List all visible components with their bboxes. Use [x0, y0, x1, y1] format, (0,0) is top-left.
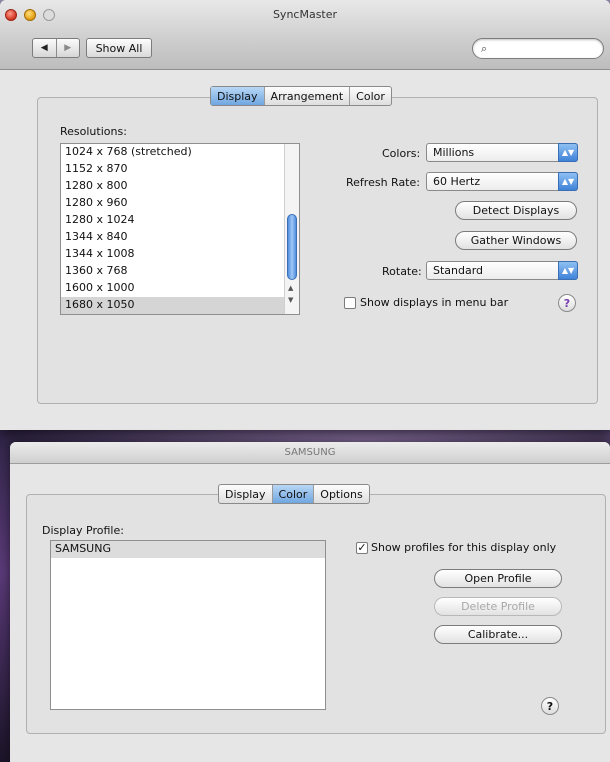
tab-arrangement[interactable]: Arrangement — [263, 87, 350, 105]
resolutions-label: Resolutions: — [60, 125, 127, 138]
help-icon[interactable]: ? — [558, 294, 576, 312]
window-title: SAMSUNG — [284, 447, 336, 458]
list-item[interactable]: 1360 x 768 — [61, 263, 285, 280]
list-item[interactable]: 1600 x 1000 — [61, 280, 285, 297]
search-field[interactable]: ⌕ — [472, 38, 604, 59]
list-item-selected[interactable]: 1680 x 1050 — [61, 297, 285, 314]
help-icon[interactable]: ? — [541, 697, 559, 715]
resolutions-scrollbar[interactable]: ▲ ▼ — [284, 144, 299, 314]
list-item[interactable]: 1280 x 800 — [61, 178, 285, 195]
rotate-select[interactable]: Standard ▲▼ — [426, 261, 578, 280]
popup-arrows-icon: ▲▼ — [558, 261, 578, 280]
show-profiles-checkbox[interactable]: ✓ — [356, 542, 368, 554]
tab-display[interactable]: Display — [211, 87, 264, 105]
refresh-rate-select[interactable]: 60 Hertz ▲▼ — [426, 172, 578, 191]
delete-profile-button[interactable]: Delete Profile — [434, 597, 562, 616]
settings-tabs: Display Color Options — [218, 484, 370, 504]
list-item[interactable]: 1280 x 1024 — [61, 212, 285, 229]
tab-color[interactable]: Color — [271, 485, 314, 503]
samsung-window: SAMSUNG Display Color Options Display Pr… — [10, 442, 610, 762]
rotate-label: Rotate: — [382, 265, 422, 278]
scroll-up-icon[interactable]: ▲ — [288, 284, 293, 292]
list-item[interactable]: 1024 x 768 (stretched) — [61, 144, 285, 161]
colors-value: Millions — [433, 146, 475, 159]
tab-options[interactable]: Options — [313, 485, 368, 503]
list-item[interactable]: 1280 x 960 — [61, 195, 285, 212]
list-item-selected[interactable]: SAMSUNG — [51, 541, 325, 558]
show-profiles-label[interactable]: Show profiles for this display only — [371, 541, 556, 554]
show-displays-in-menubar-checkbox[interactable] — [344, 297, 356, 309]
detect-displays-button[interactable]: Detect Displays — [455, 201, 577, 220]
rotate-value: Standard — [433, 264, 484, 277]
list-item[interactable]: 1344 x 840 — [61, 229, 285, 246]
tab-color[interactable]: Color — [349, 87, 391, 105]
show-displays-in-menubar-label[interactable]: Show displays in menu bar — [360, 296, 508, 309]
colors-label: Colors: — [382, 147, 421, 160]
resolutions-list[interactable]: 1024 x 768 (stretched) 1152 x 870 1280 x… — [60, 143, 300, 315]
tab-display[interactable]: Display — [219, 485, 272, 503]
refresh-rate-value: 60 Hertz — [433, 175, 481, 188]
syncmaster-window: SyncMaster ◀ ▶ Show All ⌕ Display Arrang… — [0, 0, 610, 430]
open-profile-button[interactable]: Open Profile — [434, 569, 562, 588]
back-forward-control: ◀ ▶ — [32, 38, 80, 58]
back-arrow-icon[interactable]: ◀ — [33, 39, 56, 57]
colors-select[interactable]: Millions ▲▼ — [426, 143, 578, 162]
window-title: SyncMaster — [272, 8, 338, 21]
forward-arrow-icon[interactable]: ▶ — [55, 39, 80, 57]
show-all-button[interactable]: Show All — [86, 38, 152, 58]
search-icon: ⌕ — [481, 42, 488, 55]
display-profile-label: Display Profile: — [42, 524, 124, 537]
settings-tabs: Display Arrangement Color — [210, 86, 392, 106]
list-item[interactable]: 1152 x 870 — [61, 161, 285, 178]
search-input[interactable] — [495, 41, 595, 56]
display-profile-list[interactable]: SAMSUNG — [50, 540, 326, 710]
popup-arrows-icon: ▲▼ — [558, 172, 578, 191]
list-item[interactable]: 1344 x 1008 — [61, 246, 285, 263]
refresh-rate-label: Refresh Rate: — [346, 176, 420, 189]
scroll-thumb[interactable] — [287, 214, 297, 280]
popup-arrows-icon: ▲▼ — [558, 143, 578, 162]
window-toolbar: SyncMaster ◀ ▶ Show All ⌕ — [0, 0, 610, 70]
scroll-down-icon[interactable]: ▼ — [288, 296, 293, 304]
calibrate-button[interactable]: Calibrate... — [434, 625, 562, 644]
window-titlebar: SAMSUNG — [10, 442, 610, 464]
gather-windows-button[interactable]: Gather Windows — [455, 231, 577, 250]
